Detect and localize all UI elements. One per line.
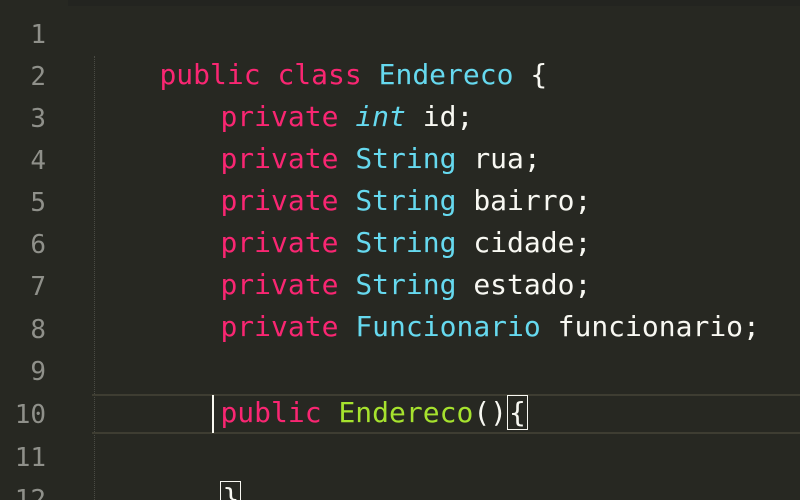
code-line-6[interactable]: private String estado; (153, 222, 591, 301)
line-number: 5 (30, 188, 46, 218)
code-line-9[interactable]: public Endereco(){ (153, 350, 528, 430)
code-line-4[interactable]: private String bairro; (153, 138, 591, 217)
line-number: 12 (14, 485, 46, 500)
field-name: funcionario; (540, 310, 760, 343)
code-line-1[interactable]: public class Endereco { (92, 12, 547, 91)
code-line-7[interactable]: private Funcionario funcionario; (153, 264, 759, 343)
open-brace: { (513, 58, 548, 91)
line-number: 1 (30, 20, 46, 50)
code-line-5[interactable]: private String cidade; (153, 180, 591, 259)
tab-bar-edge (0, 0, 800, 6)
line-number: 9 (30, 357, 46, 387)
line-number: 2 (30, 62, 46, 92)
keyword-public: public (220, 396, 322, 429)
line-number: 11 (14, 443, 46, 473)
code-line-11[interactable]: } (153, 436, 242, 500)
line-number: 6 (30, 230, 46, 260)
code-editor[interactable]: 1 2 3 4 5 6 7 8 9 10 11 12 public class … (0, 0, 800, 500)
line-number: 8 (30, 315, 46, 345)
line-number: 3 (30, 104, 46, 134)
code-line-2[interactable]: private int id; (153, 54, 473, 133)
line-number: 7 (30, 272, 46, 302)
keyword-private: private (220, 310, 339, 343)
type-name: Funcionario (355, 310, 541, 343)
matched-open-brace: { (507, 395, 528, 430)
matched-close-brace: } (220, 481, 242, 500)
line-number: 4 (30, 146, 46, 176)
text-cursor (212, 395, 214, 433)
code-line-3[interactable]: private String rua; (153, 96, 540, 175)
constructor-name: Endereco (338, 396, 474, 429)
line-number-gutter: 1 2 3 4 5 6 7 8 9 10 11 12 (0, 0, 68, 500)
line-number: 10 (14, 400, 46, 430)
parentheses: () (473, 396, 508, 429)
